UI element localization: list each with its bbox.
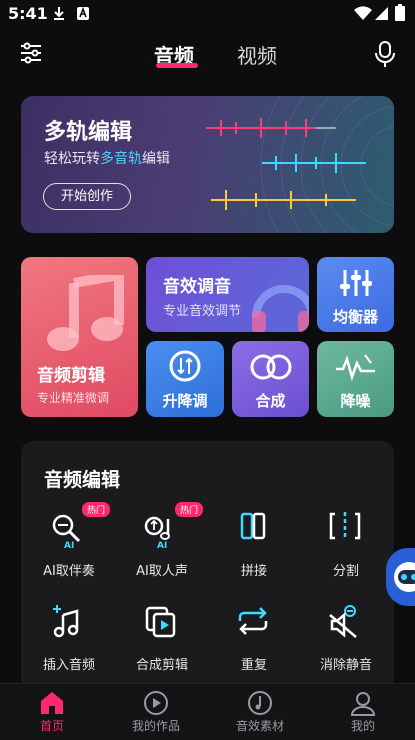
headphones-icon (252, 285, 309, 332)
audio-clip-card[interactable]: 音频剪辑 专业精准微调 (21, 257, 138, 417)
banner-subtitle-highlight: 多音轨 (100, 151, 142, 167)
home-icon (41, 692, 63, 714)
multitrack-banner[interactable]: 多轨编辑 轻松玩转多音轨编辑 开始创作 (21, 96, 394, 233)
assistant-bot-button[interactable] (386, 548, 415, 606)
equalizer-label: 均衡器 (332, 308, 378, 326)
tool-label: 消除静音 (319, 658, 372, 673)
pitch-label: 升降调 (162, 392, 208, 410)
tool-split[interactable]: 分割 (301, 511, 391, 581)
nav-my-works[interactable]: 我的作品 (104, 684, 208, 740)
audio-clip-label: 音频剪辑 (37, 366, 105, 386)
split-icon (329, 512, 361, 540)
remove-silence-icon (329, 605, 357, 638)
audio-clip-sub: 专业精准微调 (37, 391, 110, 405)
nav-label: 我的作品 (131, 719, 180, 733)
pitch-card[interactable]: 升降调 (146, 341, 224, 417)
merge-circles-icon (250, 354, 292, 380)
bottom-nav: 首页 我的作品 音效素材 我的 (0, 683, 415, 740)
tool-label: 重复 (240, 658, 267, 673)
merge-card[interactable]: 合成 (232, 341, 309, 417)
ai-tag: AI (64, 541, 75, 551)
tool-merge-clip[interactable]: 合成剪辑 (117, 605, 207, 675)
tool-repeat[interactable]: 重复 (209, 605, 299, 675)
robot-icon (394, 562, 415, 592)
sound-effect-label: 音效调音 (163, 277, 231, 297)
tool-insert-audio[interactable]: 插入音频 (24, 605, 114, 675)
merge-clip-icon (145, 606, 176, 638)
nav-label: 首页 (39, 719, 64, 733)
tool-ai-vocals[interactable]: AI 热门 AI取人声 (117, 502, 207, 581)
play-circle-icon (144, 691, 168, 715)
panel-title: 音频编辑 (44, 469, 121, 491)
hot-badge: 热门 (175, 502, 204, 517)
tool-splice[interactable]: 拼接 (209, 511, 299, 581)
nav-home[interactable]: 首页 (0, 684, 104, 740)
denoise-label: 降噪 (340, 392, 371, 410)
denoise-card[interactable]: 降噪 (317, 341, 394, 417)
status-bar: 5:41 (0, 0, 415, 28)
denoise-wave-icon (336, 354, 375, 381)
nav-label: 音效素材 (235, 719, 284, 733)
tab-active-indicator (156, 63, 198, 68)
repeat-icon (238, 607, 268, 635)
tool-label: 拼接 (240, 564, 267, 579)
splice-icon (240, 512, 266, 540)
nav-label: 我的 (350, 719, 375, 733)
tool-label: 插入音频 (42, 658, 95, 673)
pitch-updown-icon (169, 350, 201, 382)
nav-profile[interactable]: 我的 (311, 684, 415, 740)
music-note-icon (47, 275, 124, 351)
user-icon (350, 692, 376, 716)
audio-edit-panel: 音频编辑 AI 热门 AI取伴奏 AI 热门 AI取人声 拼接 分割 插入音频 … (21, 441, 394, 691)
equalizer-card[interactable]: 均衡器 (317, 257, 394, 332)
hot-badge: 热门 (82, 502, 111, 517)
tool-label: AI取人声 (136, 564, 188, 579)
equalizer-icon (340, 270, 372, 296)
tool-ai-accompaniment[interactable]: AI 热门 AI取伴奏 (24, 502, 114, 581)
wifi-icon (354, 6, 372, 21)
waveform-tracks-illustration (206, 118, 366, 210)
tool-remove-silence[interactable]: 消除静音 (301, 605, 391, 675)
start-create-button[interactable]: 开始创作 (43, 183, 131, 210)
tool-label: 合成剪辑 (135, 658, 188, 673)
insert-audio-icon (53, 605, 79, 638)
sound-effect-sub: 专业音效调节 (163, 304, 242, 319)
tab-video[interactable]: 视频 (237, 40, 277, 69)
battery-icon (395, 4, 405, 21)
music-disc-icon (248, 691, 272, 715)
nav-sound-assets[interactable]: 音效素材 (208, 684, 312, 740)
download-icon (54, 7, 64, 20)
signal-icon (375, 7, 388, 20)
merge-label: 合成 (255, 392, 286, 410)
settings-sliders-icon[interactable] (19, 42, 43, 64)
banner-title: 多轨编辑 (44, 120, 133, 145)
banner-subtitle: 轻松玩转多音轨编辑 (44, 151, 170, 167)
tool-label: AI取伴奏 (43, 564, 95, 579)
notification-app-icon (77, 6, 89, 20)
microphone-icon[interactable] (374, 41, 396, 68)
sound-effect-card[interactable]: 音效调音 专业音效调节 (146, 257, 309, 332)
status-time: 5:41 (8, 4, 48, 23)
ai-tag: AI (157, 541, 168, 551)
tool-label: 分割 (332, 564, 359, 579)
